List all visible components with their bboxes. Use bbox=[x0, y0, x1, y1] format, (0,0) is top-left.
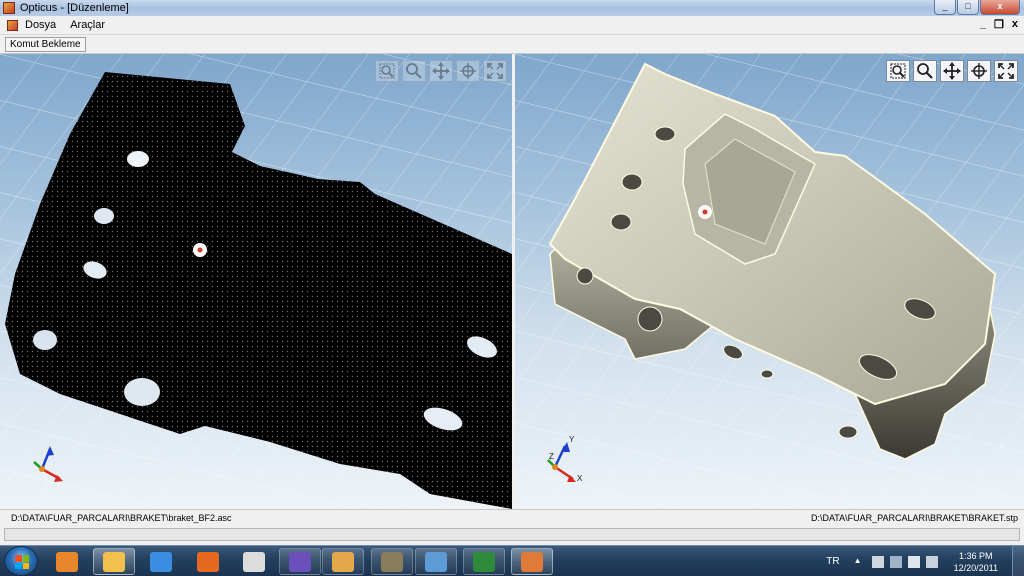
zoom-icon bbox=[917, 63, 933, 79]
start-button[interactable] bbox=[4, 546, 38, 576]
mdi-restore-button[interactable]: ❐ bbox=[994, 18, 1004, 31]
hole bbox=[127, 151, 149, 167]
window-title: Opticus - [Düzenleme] bbox=[20, 2, 129, 14]
system-tray: TR ▲ 1:36 PM 12/20/2011 bbox=[826, 546, 1024, 576]
mdi-controls: _ ❐ x bbox=[980, 18, 1018, 31]
taskbar-media-player-button[interactable] bbox=[46, 548, 88, 575]
taskbar-gimp-button[interactable] bbox=[371, 548, 413, 575]
visual-studio-icon bbox=[289, 551, 311, 572]
mdi-minimize-button[interactable]: _ bbox=[980, 18, 986, 31]
hole bbox=[621, 173, 643, 191]
opticus-icon bbox=[521, 551, 543, 572]
window-controls: _ □ x bbox=[934, 0, 1020, 15]
hole bbox=[654, 126, 676, 142]
left-viewport[interactable] bbox=[0, 54, 512, 509]
progress-strip bbox=[0, 526, 1024, 545]
rotate-button[interactable] bbox=[456, 60, 480, 82]
hole bbox=[94, 208, 114, 224]
flag-icon[interactable] bbox=[871, 555, 884, 568]
close-button[interactable]: x bbox=[980, 0, 1020, 15]
menu-araclar[interactable]: Araçlar bbox=[63, 19, 112, 31]
taskbar-calendar-button[interactable] bbox=[233, 548, 275, 575]
explorer-icon bbox=[103, 551, 125, 572]
taskbar-firefox-button[interactable] bbox=[187, 548, 229, 575]
internet-explorer-icon bbox=[150, 551, 172, 572]
zoom-button[interactable] bbox=[402, 60, 426, 82]
command-status: Komut Bekleme bbox=[5, 37, 86, 52]
mdi-close-button[interactable]: x bbox=[1012, 18, 1018, 31]
axis-x-label: X bbox=[577, 474, 583, 483]
tray-expand-icon[interactable]: ▲ bbox=[854, 556, 866, 568]
taskbar-paint-button[interactable] bbox=[322, 548, 364, 575]
maximize-button[interactable]: □ bbox=[957, 0, 979, 15]
network-icon[interactable] bbox=[907, 555, 920, 568]
status-bar: D:\DATA\FUAR_PARCALARI\BRAKET\braket_BF2… bbox=[0, 509, 1024, 526]
progress-bar bbox=[4, 528, 1020, 541]
windows-taskbar: TR ▲ 1:36 PM 12/20/2011 bbox=[0, 545, 1024, 576]
fit-all-icon bbox=[998, 63, 1014, 79]
calendar-icon bbox=[243, 551, 265, 572]
power-icon[interactable] bbox=[889, 555, 902, 568]
axis-y-label: Y bbox=[569, 435, 575, 444]
pan-button[interactable] bbox=[429, 60, 453, 82]
paint-icon bbox=[332, 551, 354, 572]
zoom-window-icon bbox=[890, 63, 906, 79]
clock-date: 12/20/2011 bbox=[953, 562, 998, 573]
command-bar: Komut Bekleme bbox=[0, 35, 1024, 54]
right-file-path: D:\DATA\FUAR_PARCALARI\BRAKET\BRAKET.stp bbox=[810, 513, 1018, 523]
zoom-icon bbox=[406, 63, 422, 79]
media-player-icon bbox=[56, 551, 78, 572]
excel-icon bbox=[473, 551, 495, 572]
zoom-window-icon bbox=[379, 63, 395, 79]
hole bbox=[33, 330, 57, 350]
hole bbox=[610, 213, 632, 231]
app-icon bbox=[3, 2, 15, 14]
fit-all-icon bbox=[487, 63, 503, 79]
cad-model-scene bbox=[515, 54, 1024, 509]
language-indicator[interactable]: TR bbox=[826, 556, 839, 567]
pan-icon bbox=[943, 62, 961, 80]
taskbar-explorer-button[interactable] bbox=[93, 548, 135, 575]
menu-bar: Dosya Araçlar _ ❐ x bbox=[0, 16, 1024, 35]
taskbar-excel-button[interactable] bbox=[463, 548, 505, 575]
axis-z-label: Z bbox=[549, 452, 554, 461]
volume-icon[interactable] bbox=[925, 555, 938, 568]
taskbar-visual-studio-button[interactable] bbox=[279, 548, 321, 575]
pan-icon bbox=[432, 62, 450, 80]
zoom-window-button[interactable] bbox=[886, 60, 910, 82]
pan-button[interactable] bbox=[940, 60, 964, 82]
zoom-window-button[interactable] bbox=[375, 60, 399, 82]
hole bbox=[637, 306, 663, 332]
fit-all-button[interactable] bbox=[994, 60, 1018, 82]
title-bar: Opticus - [Düzenleme] _ □ x bbox=[0, 0, 1024, 16]
rotate-button[interactable] bbox=[967, 60, 991, 82]
hole bbox=[760, 369, 774, 379]
show-desktop-button[interactable] bbox=[1012, 546, 1024, 576]
right-viewport[interactable]: Y Z X bbox=[515, 54, 1024, 509]
left-file-path: D:\DATA\FUAR_PARCALARI\BRAKET\braket_BF2… bbox=[11, 513, 232, 523]
window-app-icon bbox=[425, 551, 447, 572]
clock-time: 1:36 PM bbox=[959, 550, 993, 561]
point-cloud-scene bbox=[0, 54, 512, 509]
rotate-icon bbox=[460, 63, 476, 79]
firefox-icon bbox=[197, 551, 219, 572]
rotate-icon bbox=[971, 63, 987, 79]
hole bbox=[838, 425, 858, 439]
hole bbox=[124, 378, 160, 406]
right-view-toolbar bbox=[886, 60, 1018, 82]
taskbar-opticus-button[interactable] bbox=[511, 548, 553, 575]
gimp-icon bbox=[381, 551, 403, 572]
fit-all-button[interactable] bbox=[483, 60, 507, 82]
clock[interactable]: 1:36 PM 12/20/2011 bbox=[954, 550, 998, 574]
menu-dosya[interactable]: Dosya bbox=[18, 19, 63, 31]
hole bbox=[576, 267, 594, 285]
minimize-button[interactable]: _ bbox=[934, 0, 956, 15]
app-window: Opticus - [Düzenleme] _ □ x Dosya Araçla… bbox=[0, 0, 1024, 576]
zoom-button[interactable] bbox=[913, 60, 937, 82]
taskbar-internet-explorer-button[interactable] bbox=[140, 548, 182, 575]
taskbar-window-app-button[interactable] bbox=[415, 548, 457, 575]
windows-logo-icon bbox=[15, 555, 29, 569]
document-icon[interactable] bbox=[7, 19, 18, 31]
left-view-toolbar bbox=[375, 60, 507, 82]
